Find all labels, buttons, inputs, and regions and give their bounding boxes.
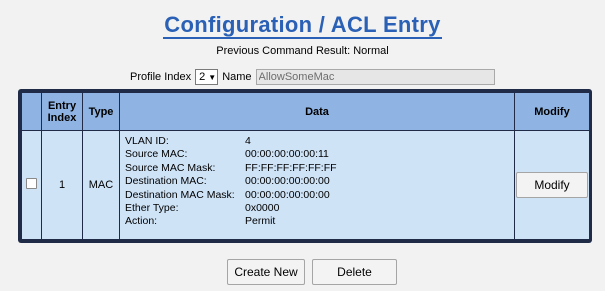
profile-index-label: Profile Index xyxy=(130,71,192,83)
type-header: Type xyxy=(82,92,120,131)
ether-type-label: Ether Type: xyxy=(125,201,179,214)
source-mac-value: 00:00:00:00:00:11 xyxy=(245,148,329,161)
source-mac-label: Source MAC: xyxy=(125,148,188,161)
profile-row: Profile Index 2 ▼ Name xyxy=(130,69,495,85)
vlan-id-value: 4 xyxy=(245,135,251,147)
create-new-button[interactable]: Create New xyxy=(227,259,305,285)
vlan-id-label: VLAN ID: xyxy=(125,135,169,147)
delete-button[interactable]: Delete xyxy=(312,259,397,285)
destination-mac-value: 00:00:00:00:00:00 xyxy=(245,175,330,188)
action-value: Permit xyxy=(245,215,276,228)
destination-mac-mask-label: Destination MAC Mask: xyxy=(125,188,235,201)
entry-index-header: Entry Index xyxy=(41,92,83,131)
modify-cell: Modify xyxy=(514,130,590,240)
acl-entry-table: Entry Index Type Data Modify 1 MAC VLAN … xyxy=(21,92,590,240)
table-header-row: Entry Index Type Data Modify xyxy=(21,92,590,131)
row-select-cell xyxy=(21,130,42,240)
page-title-text: Configuration / ACL Entry xyxy=(163,12,442,39)
modify-header: Modify xyxy=(514,92,590,131)
destination-mac-mask-value: 00:00:00:00:00:00 xyxy=(245,188,330,201)
row-checkbox[interactable] xyxy=(26,178,37,189)
data-cell: VLAN ID: 4 Source MAC: 00:00:00:00:00:11… xyxy=(119,130,515,240)
acl-table-container: Entry Index Type Data Modify 1 MAC VLAN … xyxy=(18,89,592,243)
destination-mac-label: Destination MAC: xyxy=(125,175,207,188)
table-row: 1 MAC VLAN ID: 4 Source MAC: 00:00:00:00… xyxy=(21,130,590,240)
profile-name-label: Name xyxy=(222,71,252,83)
dropdown-arrow-icon: ▼ xyxy=(208,72,217,82)
modify-button[interactable]: Modify xyxy=(516,172,588,198)
ether-type-value: 0x0000 xyxy=(245,201,280,214)
profile-name-input[interactable] xyxy=(255,69,495,85)
page-title: Configuration / ACL Entry xyxy=(0,12,605,39)
profile-index-select[interactable]: 2 ▼ xyxy=(195,69,219,85)
select-column-header xyxy=(21,92,42,131)
entry-index-cell: 1 xyxy=(41,130,83,240)
profile-index-value: 2 xyxy=(199,71,206,83)
action-label: Action: xyxy=(125,215,158,228)
type-cell: MAC xyxy=(82,130,120,240)
source-mac-mask-value: FF:FF:FF:FF:FF:FF xyxy=(245,161,337,174)
data-header: Data xyxy=(119,92,515,131)
source-mac-mask-label: Source MAC Mask: xyxy=(125,161,216,174)
previous-command-result: Previous Command Result: Normal xyxy=(216,45,389,57)
